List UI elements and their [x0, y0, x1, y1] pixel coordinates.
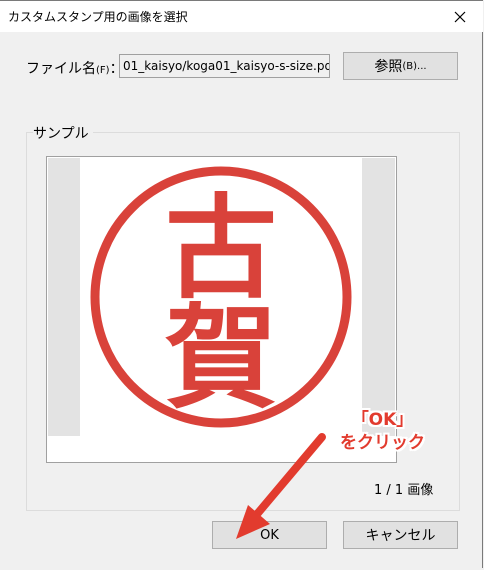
- annotation-line1: 「OK」: [351, 410, 414, 430]
- file-name-label-text: ファイル名: [26, 61, 96, 77]
- title-bar: カスタムスタンプ用の画像を選択: [0, 1, 483, 32]
- browse-button[interactable]: 参照 (B)...: [343, 52, 458, 80]
- preview-canvas: 古 賀: [48, 158, 395, 436]
- ok-label: OK: [260, 527, 279, 543]
- file-name-field[interactable]: 01_kaisyo/koga01_kaisyo-s-size.pdf: [119, 54, 330, 78]
- cancel-label: キャンセル: [365, 528, 436, 544]
- annotation-callout: 「OK」 をクリック: [340, 409, 425, 455]
- dialog-title: カスタムスタンプ用の画像を選択: [8, 10, 188, 24]
- browse-label: 参照: [374, 59, 403, 75]
- annotation-line2: をクリック: [340, 433, 425, 453]
- stamp-image: 古 賀: [80, 158, 362, 436]
- stamp-seal: 古 賀: [90, 166, 352, 428]
- close-icon: [454, 11, 466, 22]
- ok-button[interactable]: OK: [212, 521, 327, 549]
- page-count: 1 / 1 画像: [374, 483, 434, 498]
- file-name-label: ファイル名(F)：: [26, 58, 124, 78]
- close-button[interactable]: [437, 1, 483, 32]
- dialog-window: カスタムスタンプ用の画像を選択 ファイル名(F)： 01_kaisyo/koga…: [0, 0, 483, 568]
- sample-group-label: サンプル: [33, 123, 93, 143]
- cancel-button[interactable]: キャンセル: [343, 521, 458, 549]
- file-name-accel: (F): [96, 65, 110, 76]
- browse-accel: (B)...: [402, 60, 427, 72]
- stamp-char-bottom: 賀: [165, 293, 277, 424]
